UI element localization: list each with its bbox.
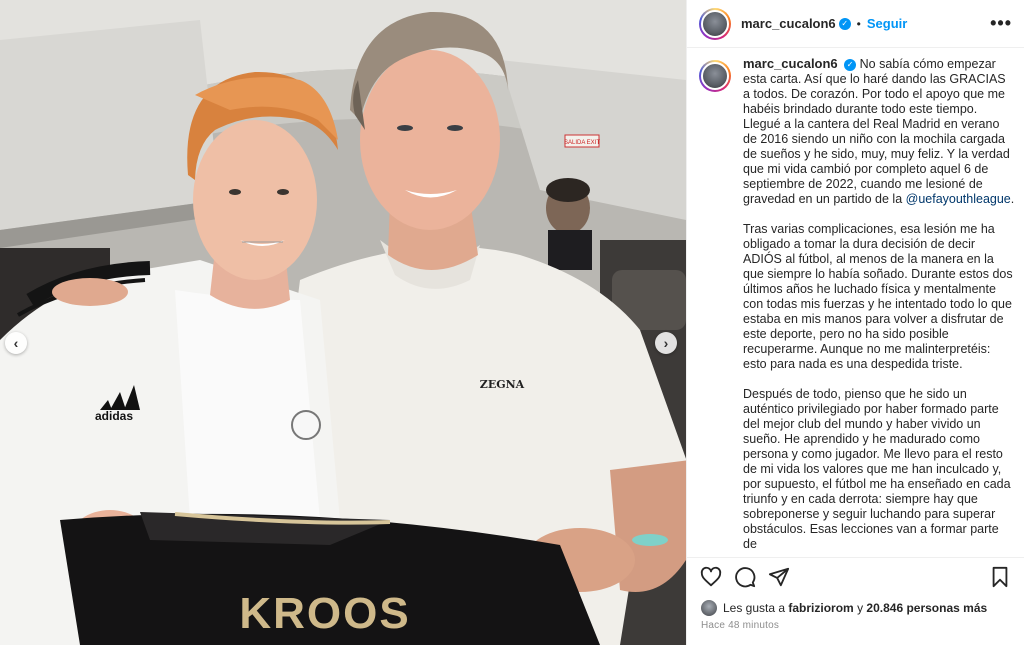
post-header: marc_cucalon6 ✓ • Seguir ••• <box>687 0 1024 48</box>
post-side-panel: marc_cucalon6 ✓ • Seguir ••• marc_cucalo… <box>686 0 1024 645</box>
like-heart-icon[interactable] <box>699 565 723 589</box>
caption-paragraph-1: marc_cucalon6 ✓ No sabía cómo empezar es… <box>743 56 1015 207</box>
author-username[interactable]: marc_cucalon6 <box>741 16 836 31</box>
caption-avatar[interactable] <box>699 60 731 92</box>
share-send-icon[interactable] <box>767 565 791 589</box>
likes-user[interactable]: fabriziorom <box>788 601 853 615</box>
likes-connector: y <box>857 601 864 615</box>
comment-bubble-icon[interactable] <box>733 565 757 589</box>
liker-avatar <box>701 600 717 616</box>
post-timestamp[interactable]: Hace 48 minutos <box>701 620 779 631</box>
photo-illustration: SALIDA EXIT ZEGNA adidas KROOS <box>0 0 686 645</box>
caption-verified-badge-icon: ✓ <box>844 58 857 71</box>
club-crest-icon <box>291 410 321 440</box>
adidas-wordmark: adidas <box>95 409 133 423</box>
author-avatar[interactable] <box>699 7 731 40</box>
next-photo-button[interactable]: › <box>655 332 677 354</box>
jersey-name: KROOS <box>239 589 410 638</box>
follow-button[interactable]: Seguir <box>867 16 907 31</box>
shirt-brand-logo: ZEGNA <box>480 378 525 391</box>
save-bookmark-icon[interactable] <box>988 565 1012 589</box>
caption-text-1: No sabía cómo empezar esta carta. Así qu… <box>743 57 1010 206</box>
mention-link[interactable]: @uefayouthleague <box>906 192 1011 206</box>
caption-username[interactable]: marc_cucalon6 <box>743 56 838 71</box>
likes-prefix: Les gusta a <box>723 601 786 615</box>
more-options-icon[interactable]: ••• <box>990 13 1012 34</box>
caption-text-1-end: . <box>1010 192 1015 206</box>
caption-paragraph-2: Tras varias complicaciones, esa lesión m… <box>743 222 1013 371</box>
likes-count[interactable]: 20.846 personas más <box>866 601 987 615</box>
previous-photo-button[interactable]: ‹ <box>5 332 27 354</box>
action-bar <box>687 557 1024 595</box>
caption-text: marc_cucalon6 ✓ No sabía cómo empezar es… <box>743 56 1015 555</box>
exit-sign: SALIDA EXIT <box>564 140 600 146</box>
likes-summary[interactable]: Les gusta a fabriziorom y 20.846 persona… <box>701 600 987 616</box>
caption-paragraph-3: Después de todo, pienso que he sido un a… <box>743 387 1011 551</box>
verified-badge-icon: ✓ <box>838 17 851 30</box>
post-photo[interactable]: SALIDA EXIT ZEGNA adidas KROOS ‹ › <box>0 0 686 645</box>
caption-scroll-area[interactable]: marc_cucalon6 ✓ No sabía cómo empezar es… <box>699 56 1016 555</box>
header-separator: • <box>856 16 861 31</box>
